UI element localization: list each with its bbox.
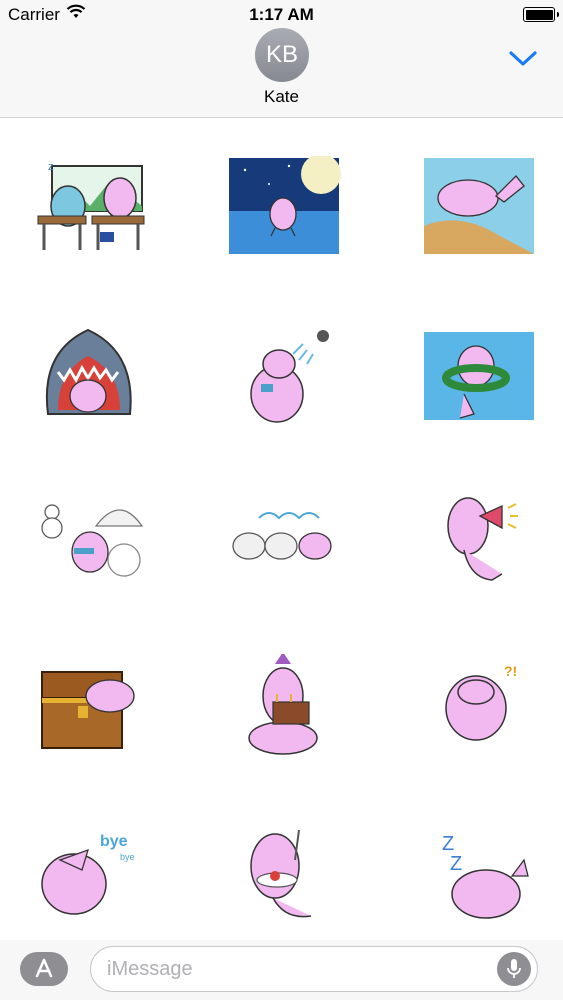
sticker-treasure-chest[interactable] <box>30 654 148 764</box>
sticker-sleeping[interactable]: Z Z <box>420 820 538 930</box>
sticker-three-friends[interactable] <box>225 488 343 598</box>
contact-name[interactable]: Kate <box>0 87 563 107</box>
battery-icon <box>523 7 559 22</box>
app-store-icon <box>35 958 53 978</box>
svg-text:z: z <box>48 161 54 173</box>
avatar[interactable]: KB <box>255 28 309 82</box>
svg-text:Z: Z <box>442 833 454 855</box>
sticker-classroom[interactable]: z <box>30 156 148 266</box>
sticker-grid: z ?! bye bye Z Z <box>0 118 563 940</box>
compose-bar: iMessage <box>0 940 563 1000</box>
microphone-icon <box>507 959 521 978</box>
sticker-bye[interactable]: bye bye <box>30 820 148 930</box>
clock: 1:17 AM <box>249 5 314 24</box>
surprised-text: ?! <box>504 663 517 679</box>
bye-text: bye <box>100 833 128 850</box>
sticker-birthday-cake[interactable] <box>225 654 343 764</box>
sticker-night-sea[interactable] <box>225 156 343 266</box>
app-store-button[interactable] <box>20 952 68 986</box>
mic-button[interactable] <box>497 952 531 986</box>
sticker-megaphone[interactable] <box>420 488 538 598</box>
message-input[interactable]: iMessage <box>90 946 538 992</box>
bye-small-text: bye <box>120 852 135 862</box>
sticker-eating[interactable] <box>225 820 343 930</box>
sticker-shark[interactable] <box>30 322 148 432</box>
chevron-down-icon[interactable] <box>508 48 538 68</box>
sticker-snowman[interactable] <box>30 488 148 598</box>
message-placeholder: iMessage <box>107 958 193 980</box>
sticker-surprised[interactable]: ?! <box>420 654 538 764</box>
sticker-shower[interactable] <box>225 322 343 432</box>
conversation-header: KB Kate <box>0 28 563 118</box>
svg-text:Z: Z <box>450 853 462 875</box>
sticker-swim-ring[interactable] <box>420 322 538 432</box>
status-bar: Carrier 1:17 AM <box>0 0 563 28</box>
sticker-beach[interactable] <box>420 156 538 266</box>
